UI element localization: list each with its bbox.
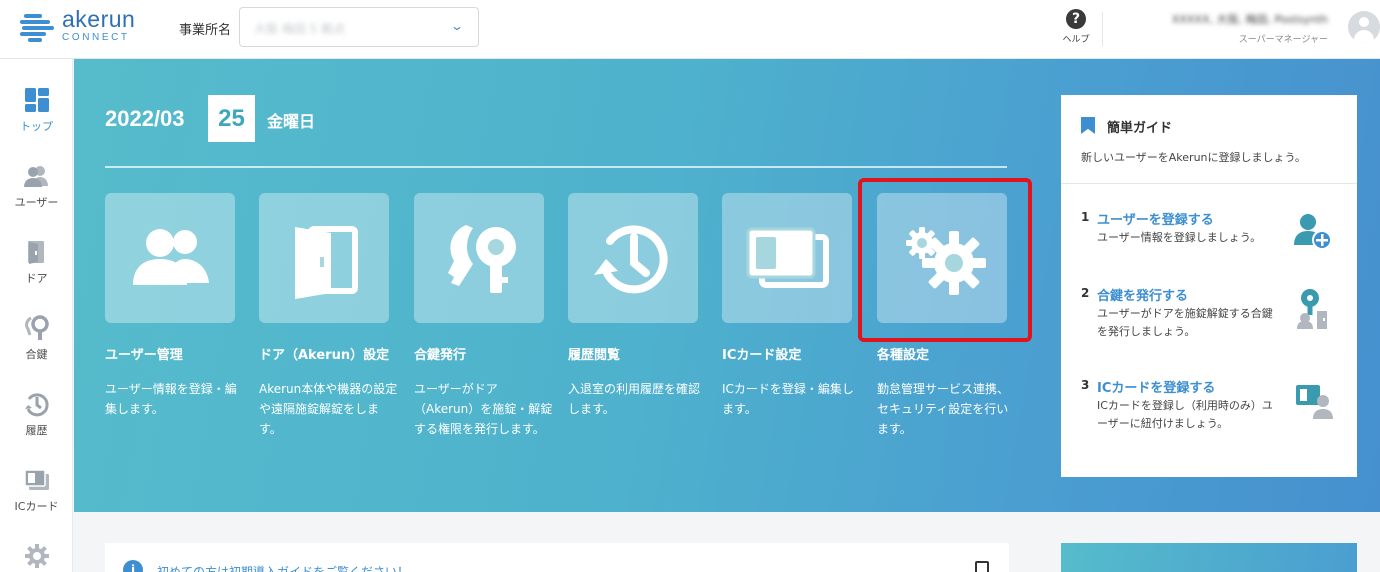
- issue-key-icon: [1291, 285, 1337, 331]
- sidebar-item-top[interactable]: トップ: [0, 86, 73, 134]
- guide-subtitle: 新しいユーザーをAkerunに登録しましょう。: [1081, 151, 1306, 164]
- step-number: 3: [1081, 378, 1090, 392]
- header-divider: [1102, 12, 1103, 46]
- step-description: ユーザーがドアを施錠解錠する合鍵を発行しましょう。: [1097, 307, 1273, 338]
- highlight-box: [858, 178, 1032, 342]
- sidebar-item-label: ICカード: [14, 500, 59, 513]
- sidebar-item-label: ドア: [25, 272, 48, 285]
- logo-wordmark: akerun: [62, 6, 136, 32]
- sidebar-item-ic-card[interactable]: ICカード: [0, 466, 73, 514]
- card-title[interactable]: ICカード設定: [722, 344, 801, 363]
- promo-banner[interactable]: [1061, 543, 1357, 572]
- users-icon: [133, 229, 209, 285]
- help-button[interactable]: ? ヘルプ: [1058, 9, 1094, 45]
- help-label: ヘルプ: [1062, 35, 1090, 45]
- sidebar-item-keys[interactable]: 合鍵: [0, 314, 73, 362]
- card-key-issue[interactable]: [414, 193, 544, 323]
- door-icon: [23, 238, 51, 266]
- step-description: ICカードを登録し（利用時のみ）ユーザーに紐付けましょう。: [1097, 399, 1273, 430]
- card-title[interactable]: ユーザー管理: [105, 344, 183, 363]
- card-description: ユーザー情報を登録・編集します。: [105, 382, 237, 416]
- link-card-icon: [1291, 377, 1337, 423]
- help-icon: ?: [1066, 9, 1086, 29]
- key-icon: [23, 314, 51, 342]
- history-icon: [594, 225, 668, 294]
- card-description: 勤怠管理サービス連携、セキュリティ設定を行います。: [877, 382, 1010, 436]
- dashboard-icon: [23, 86, 51, 114]
- add-user-icon: [1291, 209, 1337, 255]
- top-header: akerun CONNECT 事業所名 大阪 梅田 5 拠点 ⌄ ? ヘルプ X…: [0, 0, 1380, 59]
- sidebar-item-label: 履歴: [25, 424, 48, 437]
- step-link[interactable]: ICカードを登録する: [1097, 377, 1215, 396]
- info-icon: i: [123, 560, 143, 572]
- chevron-down-icon: ⌄: [449, 19, 465, 33]
- office-select-value: 大阪 梅田 5 拠点: [254, 22, 346, 36]
- door-icon: [295, 226, 358, 299]
- card-title[interactable]: 各種設定: [877, 344, 929, 363]
- step-link[interactable]: 合鍵を発行する: [1097, 285, 1188, 304]
- sidebar-item-label: ユーザー: [14, 196, 59, 209]
- card-door-settings[interactable]: [259, 193, 389, 323]
- user-name[interactable]: XXXXX, 大阪, 梅田, Postsynth: [1150, 11, 1328, 27]
- date-year-month: 2022/03: [105, 106, 185, 131]
- card-title[interactable]: 履歴閲覧: [568, 344, 620, 363]
- card-title[interactable]: ドア（Akerun）設定: [259, 344, 389, 363]
- card-description: Akerun本体や機器の設定や遠隔施錠解錠をします。: [259, 382, 398, 436]
- step-number: 2: [1081, 286, 1090, 300]
- guide-divider: [1061, 183, 1357, 184]
- sidebar-item-door[interactable]: ドア: [0, 238, 73, 286]
- card-description: ユーザーがドア（Akerun）を施錠・解錠する権限を発行します。: [414, 382, 553, 436]
- ic-card-icon: [23, 466, 51, 494]
- card-title[interactable]: 合鍵発行: [414, 344, 466, 363]
- date-day: 25: [208, 95, 255, 142]
- logo-subtitle: CONNECT: [62, 32, 130, 43]
- users-icon: [23, 162, 51, 190]
- akerun-logo[interactable]: akerun CONNECT: [20, 8, 135, 43]
- external-link-icon: [975, 561, 989, 572]
- sidebar-item-settings[interactable]: [0, 542, 73, 570]
- date-weekday: 金曜日: [267, 112, 316, 131]
- key-icon: [448, 225, 516, 293]
- quick-guide-panel: 簡単ガイド 新しいユーザーをAkerunに登録しましょう。 1 ユーザーを登録す…: [1061, 95, 1357, 477]
- sidebar-item-users[interactable]: ユーザー: [0, 162, 73, 210]
- user-role: スーパーマネージャー: [1238, 35, 1328, 45]
- step-number: 1: [1081, 210, 1090, 224]
- dashboard-hero: 2022/03 25 金曜日 ユーザー管理 ユーザー情報を登録・編集します。 ド…: [74, 59, 1380, 512]
- first-time-guide-notice[interactable]: i 初めての方は初期導入ガイドをご覧ください！: [105, 543, 1009, 572]
- guide-title: 簡単ガイド: [1107, 121, 1173, 136]
- card-ic-card-settings[interactable]: [722, 193, 852, 323]
- logo-mark-icon: [20, 12, 54, 42]
- sidebar-item-label: トップ: [20, 120, 53, 133]
- hero-divider: [105, 166, 1007, 168]
- sidebar-item-label: 合鍵: [25, 348, 48, 361]
- office-select-label: 事業所名: [179, 23, 232, 38]
- step-link[interactable]: ユーザーを登録する: [1097, 209, 1214, 228]
- history-icon: [23, 390, 51, 418]
- sidebar-item-history[interactable]: 履歴: [0, 390, 73, 438]
- card-history[interactable]: [568, 193, 698, 323]
- card-description: 入退室の利用履歴を確認します。: [568, 382, 701, 416]
- ic-card-icon: [746, 227, 829, 288]
- gear-icon: [23, 542, 51, 570]
- bookmark-icon: [1081, 117, 1095, 134]
- avatar[interactable]: [1348, 11, 1380, 43]
- office-select[interactable]: 大阪 梅田 5 拠点 ⌄: [239, 7, 479, 47]
- step-description: ユーザー情報を登録しましょう。: [1097, 231, 1262, 244]
- card-user-management[interactable]: [105, 193, 235, 323]
- notice-link[interactable]: 初めての方は初期導入ガイドをご覧ください！: [157, 563, 409, 572]
- sidebar: トップ ユーザー ドア 合鍵 履歴 ICカード: [0, 59, 73, 572]
- card-description: ICカードを登録・編集します。: [722, 382, 854, 416]
